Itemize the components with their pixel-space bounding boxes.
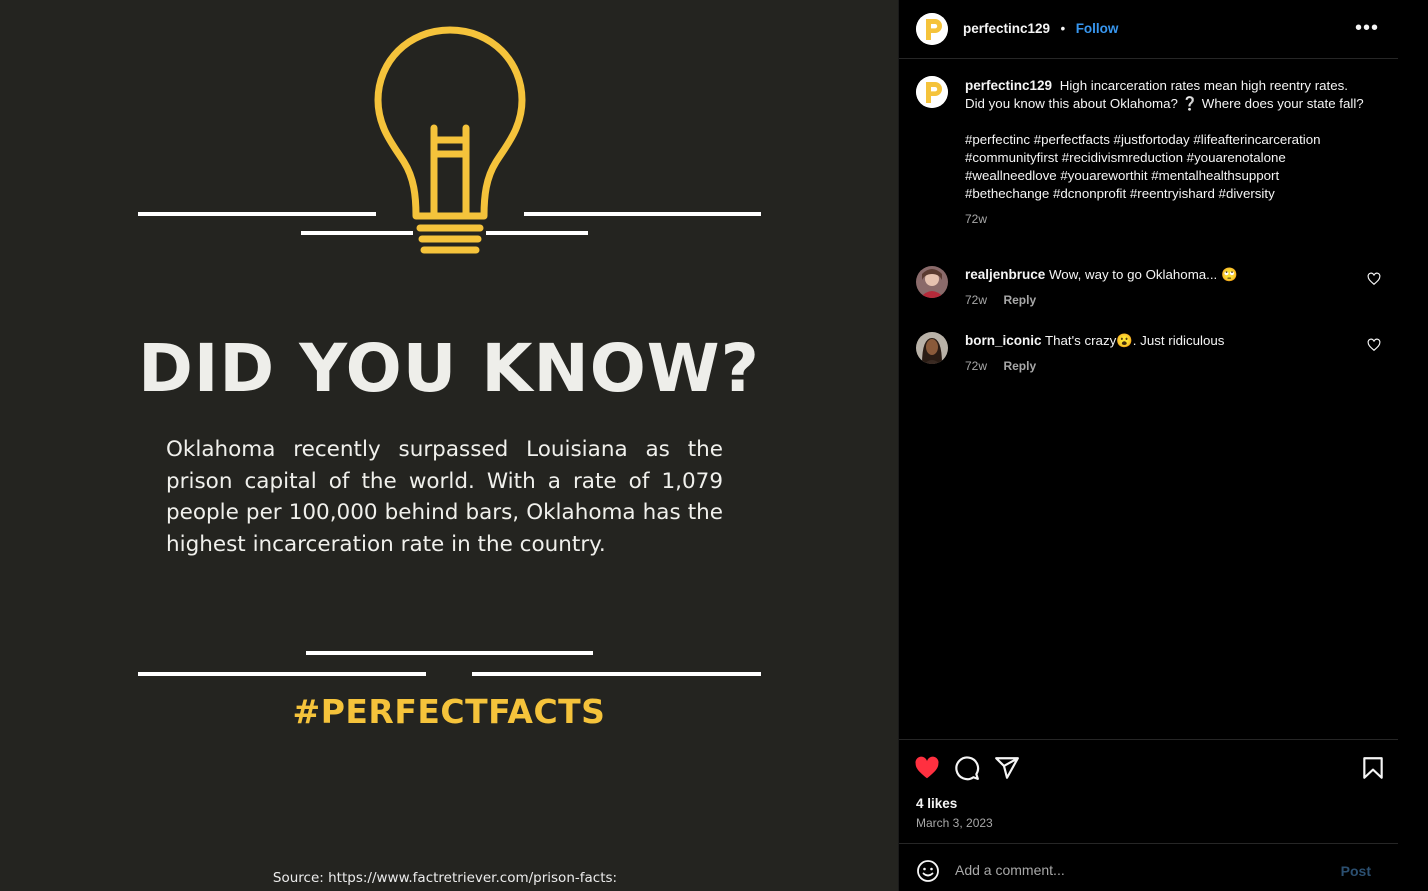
follow-button[interactable]: Follow bbox=[1076, 21, 1119, 36]
bottom-rule-short bbox=[306, 651, 593, 655]
share-icon[interactable] bbox=[994, 755, 1020, 781]
reply-button[interactable]: Reply bbox=[1003, 293, 1036, 307]
comment-icon[interactable] bbox=[954, 755, 980, 781]
top-rule-long-right bbox=[524, 212, 761, 216]
caption-hashtags-1[interactable]: #perfectinc #perfectfacts #justfortoday … bbox=[965, 131, 1365, 149]
post-side-panel: perfectinc129 • Follow ••• perfectinc129… bbox=[898, 0, 1399, 891]
comment-meta: 72w Reply bbox=[965, 357, 1036, 375]
lightbulb-icon bbox=[374, 26, 526, 254]
bookmark-icon[interactable] bbox=[1360, 755, 1386, 781]
comment-time[interactable]: 72w bbox=[965, 359, 987, 373]
post-date[interactable]: March 3, 2023 bbox=[916, 816, 993, 830]
caption-username[interactable]: perfectinc129 bbox=[965, 78, 1052, 93]
comment-text: realjenbruce Wow, way to go Oklahoma... … bbox=[965, 266, 1345, 284]
action-bar: 4 likes March 3, 2023 bbox=[899, 739, 1399, 843]
heart-outline-icon[interactable] bbox=[1367, 338, 1381, 352]
heart-outline-icon[interactable] bbox=[1367, 272, 1381, 286]
emoji-icon[interactable] bbox=[916, 859, 940, 883]
top-rule-short-right bbox=[486, 231, 588, 235]
post-image: DID YOU KNOW? Oklahoma recently surpasse… bbox=[0, 0, 898, 891]
comment-body: Wow, way to go Oklahoma... 🙄 bbox=[1049, 267, 1238, 282]
likes-count[interactable]: 4 likes bbox=[916, 796, 957, 811]
reply-button[interactable]: Reply bbox=[1003, 359, 1036, 373]
comment-text: born_iconic That's crazy😮. Just ridiculo… bbox=[965, 332, 1345, 350]
caption-text: perfectinc129 High incarceration rates m… bbox=[965, 77, 1365, 228]
fact-text: Oklahoma recently surpassed Louisiana as… bbox=[166, 437, 723, 557]
top-rule-long bbox=[138, 212, 376, 216]
avatar[interactable] bbox=[916, 266, 948, 298]
header-username[interactable]: perfectinc129 bbox=[963, 21, 1050, 36]
add-comment-bar: Post bbox=[899, 843, 1399, 891]
avatar[interactable] bbox=[916, 13, 948, 45]
header-separator: • bbox=[1060, 21, 1066, 36]
realjenbruce-avatar-image bbox=[916, 266, 948, 298]
top-rule-short-left bbox=[301, 231, 413, 235]
more-horizontal-icon[interactable]: ••• bbox=[1355, 17, 1379, 40]
comment-username[interactable]: realjenbruce bbox=[965, 267, 1045, 282]
perfectinc-logo-icon bbox=[916, 13, 948, 45]
born-iconic-avatar-image bbox=[916, 332, 948, 364]
comment-input[interactable] bbox=[955, 856, 1325, 884]
avatar[interactable] bbox=[916, 332, 948, 364]
caption-hashtags-4[interactable]: #bethechange #dcnonprofit #reentryishard… bbox=[965, 185, 1365, 203]
caption-hashtags-3[interactable]: #weallneedlove #youareworthit #mentalhea… bbox=[965, 167, 1365, 185]
caption-time[interactable]: 72w bbox=[965, 212, 987, 226]
bottom-rule-right bbox=[472, 672, 761, 676]
caption-avatar[interactable] bbox=[916, 76, 948, 108]
heart-filled-icon[interactable] bbox=[914, 755, 940, 781]
comment-item: born_iconic That's crazy😮. Just ridiculo… bbox=[899, 332, 1399, 392]
source-text: Source: https://www.factretriever.com/pr… bbox=[272, 870, 618, 886]
post-header: perfectinc129 • Follow ••• bbox=[899, 0, 1399, 59]
caption-hashtags-2[interactable]: #communityfirst #recidivismreduction #yo… bbox=[965, 149, 1365, 167]
perfectfacts-hashtag: #PERFECTFACTS bbox=[292, 692, 606, 731]
comment-time[interactable]: 72w bbox=[965, 293, 987, 307]
perfectinc-logo-icon bbox=[916, 76, 948, 108]
post-comment-button[interactable]: Post bbox=[1341, 863, 1371, 879]
comment-meta: 72w Reply bbox=[965, 291, 1036, 309]
bottom-rule-left bbox=[138, 672, 426, 676]
comment-body: That's crazy😮. Just ridiculous bbox=[1044, 333, 1225, 348]
comment-item: realjenbruce Wow, way to go Oklahoma... … bbox=[899, 266, 1399, 326]
headline: DID YOU KNOW? bbox=[138, 330, 760, 407]
comment-username[interactable]: born_iconic bbox=[965, 333, 1042, 348]
page-gutter bbox=[1398, 0, 1428, 891]
